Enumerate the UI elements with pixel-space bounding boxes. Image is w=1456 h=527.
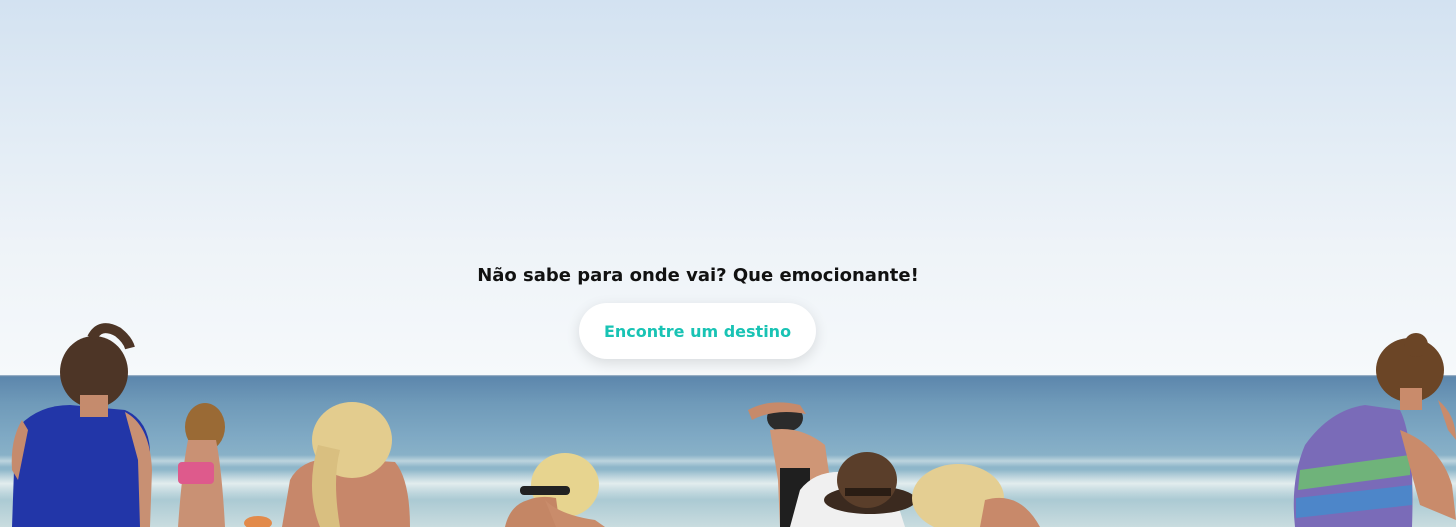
beach-people-illustration xyxy=(11,323,1456,527)
person-blonde-sitting xyxy=(244,402,410,527)
person-curly-sunglasses xyxy=(505,453,605,527)
person-blue-top xyxy=(11,323,152,527)
person-striped-top xyxy=(1293,333,1456,527)
person-pink-bikini xyxy=(178,403,225,527)
find-destination-button[interactable]: Encontre um destino xyxy=(579,303,816,359)
person-blonde-lying xyxy=(912,464,1040,527)
hero-banner: Não sabe para onde vai? Que emocionante!… xyxy=(0,0,1456,527)
hero-heading: Não sabe para onde vai? Que emocionante! xyxy=(477,265,919,286)
